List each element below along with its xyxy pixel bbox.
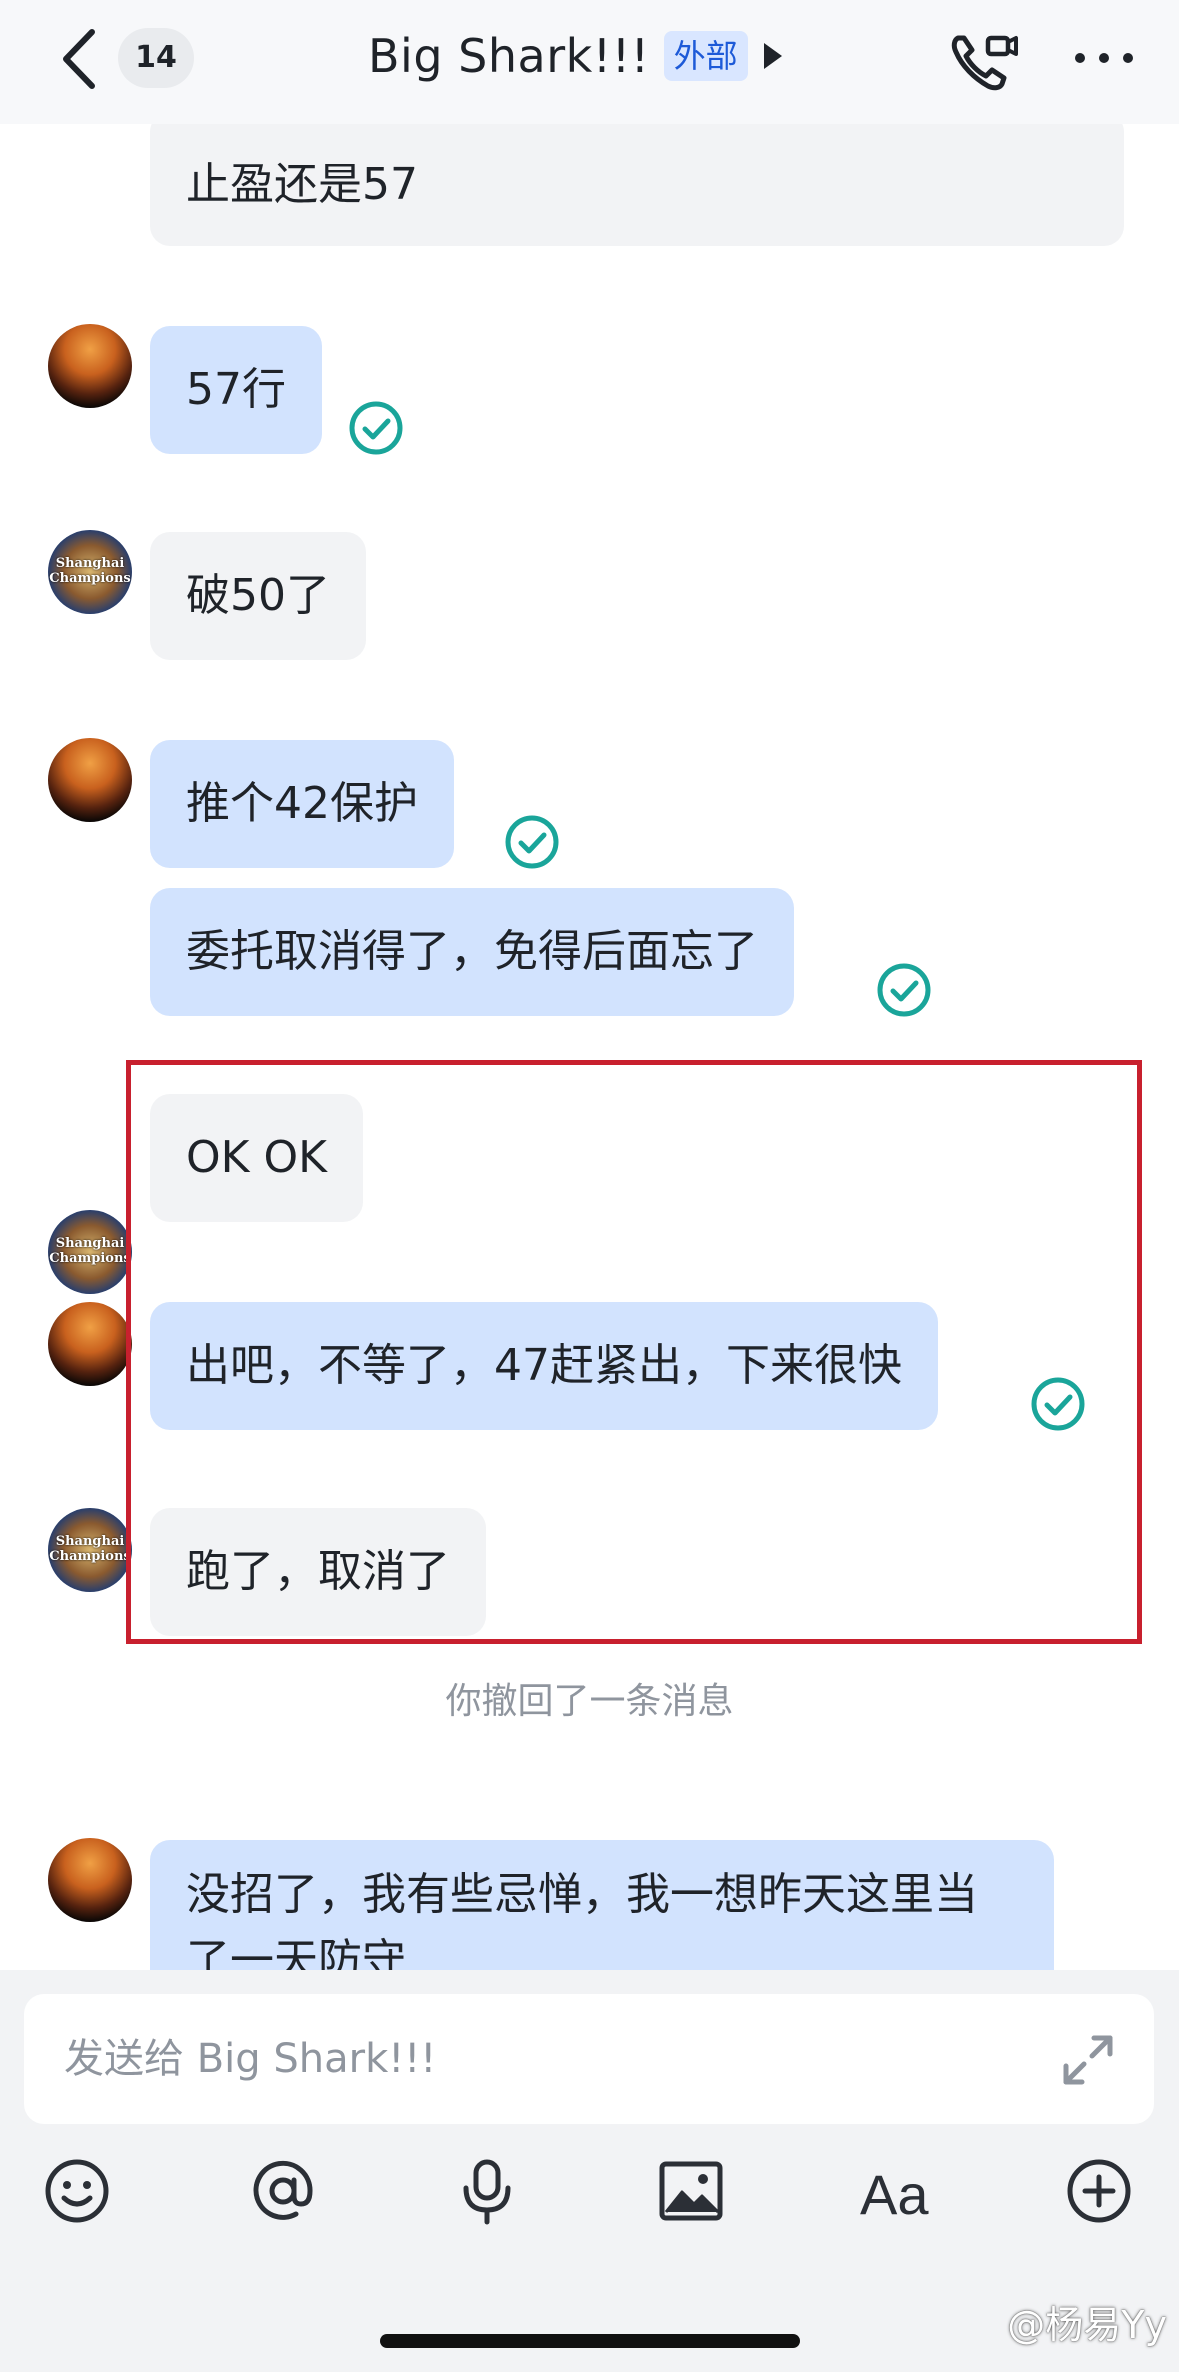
- message-bubble[interactable]: 止盈还是57: [150, 124, 1124, 246]
- emoji-button[interactable]: [42, 2156, 112, 2226]
- text-format-icon: Aa: [860, 2163, 929, 2226]
- image-icon: [659, 2161, 723, 2221]
- contact-avatar[interactable]: Shanghai Champions: [48, 530, 132, 614]
- message-input[interactable]: 发送给 Big Shark!!!: [24, 1994, 1154, 2124]
- message-bubble[interactable]: 没招了，我有些忌惮，我一想昨天这里当了一天防守: [150, 1840, 1054, 1970]
- my-avatar[interactable]: [48, 1838, 132, 1922]
- watermark: @杨易Yy: [1007, 2303, 1167, 2347]
- chat-title[interactable]: Big Shark!!!: [368, 29, 650, 83]
- more-options-button[interactable]: [1072, 38, 1136, 78]
- plus-icon: [1067, 2159, 1131, 2223]
- more-actions-button[interactable]: [1064, 2156, 1134, 2226]
- text-format-button[interactable]: Aa: [860, 2156, 930, 2226]
- phone-video-icon: [951, 35, 1018, 91]
- chat-title-group[interactable]: Big Shark!!! 外部: [368, 20, 784, 92]
- microphone-icon: [463, 2159, 511, 2225]
- highlight-box: [126, 1060, 1142, 1644]
- composer-toolbar: Aa: [0, 2156, 1179, 2246]
- read-check-icon: [877, 963, 931, 1017]
- image-button[interactable]: [656, 2156, 726, 2226]
- call-button[interactable]: [948, 30, 1020, 94]
- chat-header: 14 Big Shark!!! 外部: [0, 0, 1179, 124]
- voice-button[interactable]: [452, 2156, 522, 2226]
- message-input-placeholder[interactable]: 发送给 Big Shark!!!: [64, 1994, 436, 2124]
- read-check-icon: [505, 815, 559, 869]
- message-bubble[interactable]: 推个42保护: [150, 740, 454, 868]
- back-button[interactable]: [52, 22, 112, 96]
- message-list[interactable]: 止盈还是57 57行 Shanghai Champions 破50了 推个42保…: [0, 124, 1179, 1970]
- message-bubble[interactable]: 破50了: [150, 532, 366, 660]
- my-avatar[interactable]: [48, 1302, 132, 1386]
- home-indicator[interactable]: [380, 2334, 800, 2348]
- read-check-icon: [349, 401, 403, 455]
- my-avatar[interactable]: [48, 324, 132, 408]
- my-avatar[interactable]: [48, 738, 132, 822]
- contact-avatar[interactable]: Shanghai Champions: [48, 1508, 132, 1592]
- expand-icon[interactable]: [1060, 2032, 1116, 2088]
- message-bubble[interactable]: 57行: [150, 326, 322, 454]
- external-badge: 外部: [663, 31, 748, 81]
- message-bubble[interactable]: 委托取消得了，免得后面忘了: [150, 888, 794, 1016]
- recall-notice: 你撤回了一条消息: [445, 1681, 734, 1722]
- caret-right-icon[interactable]: [762, 41, 784, 71]
- chevron-left-icon: [63, 29, 95, 89]
- composer-area: 发送给 Big Shark!!! Aa: [0, 1970, 1179, 2372]
- emoji-icon: [45, 2159, 109, 2223]
- unread-count-badge[interactable]: 14: [118, 28, 194, 88]
- contact-avatar[interactable]: Shanghai Champions: [48, 1210, 132, 1294]
- svg-text:Aa: Aa: [860, 2163, 929, 2226]
- mention-button[interactable]: [248, 2156, 318, 2226]
- mention-icon: [253, 2160, 313, 2220]
- more-horizontal-icon: [1075, 53, 1133, 63]
